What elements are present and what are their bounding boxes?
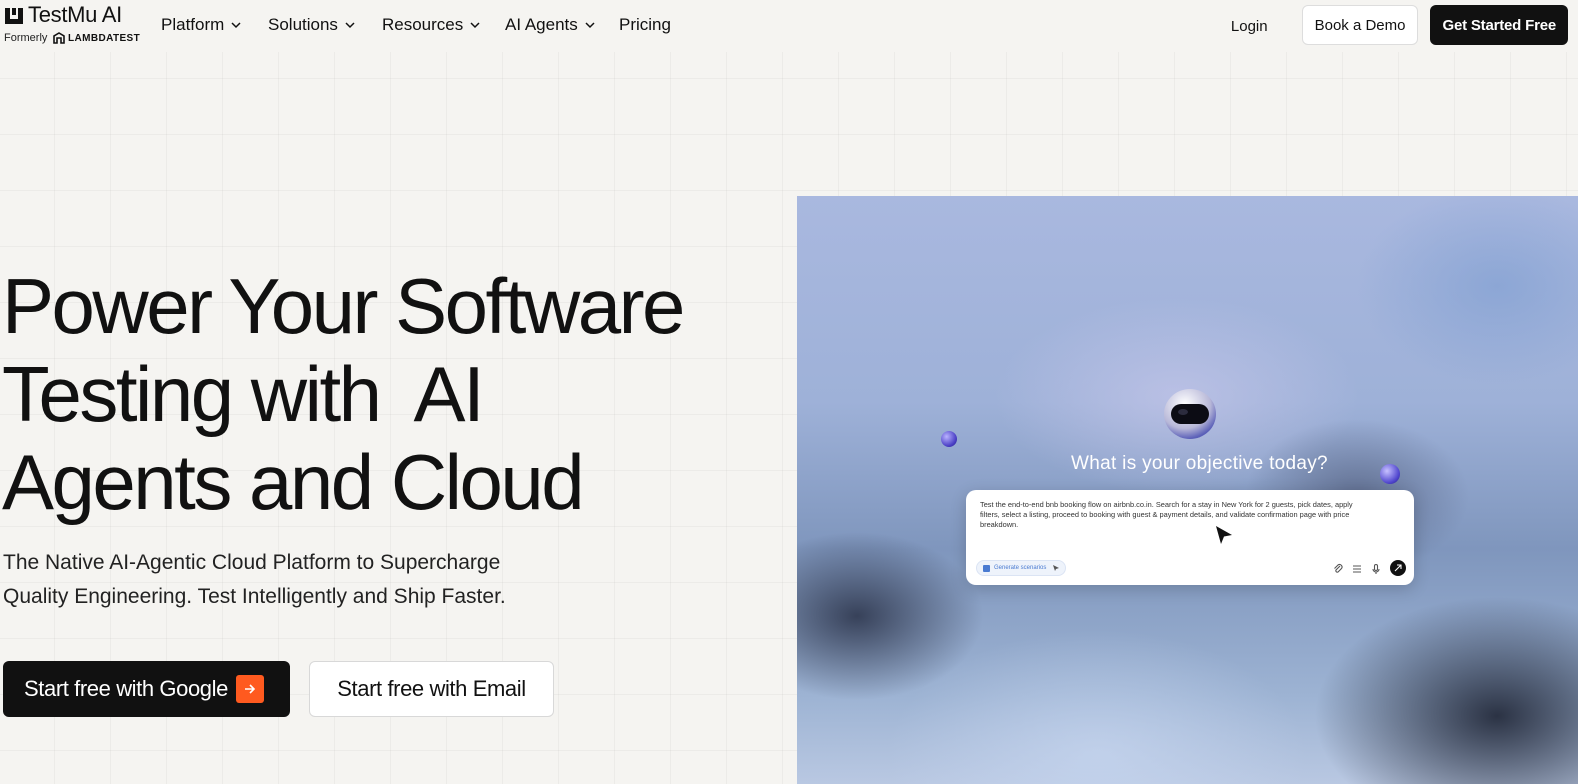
grid-icon bbox=[983, 564, 990, 572]
cursor-icon bbox=[1053, 565, 1060, 571]
hero-title-line: Power Your Software bbox=[2, 262, 685, 350]
objective-heading: What is your objective today? bbox=[1071, 453, 1328, 474]
chevron-down-icon bbox=[231, 22, 241, 29]
nav-pricing[interactable]: Pricing bbox=[619, 15, 671, 35]
logo-text: TestMu AI bbox=[28, 2, 122, 27]
get-started-free-button[interactable]: Get Started Free bbox=[1430, 5, 1568, 45]
lambdatest-icon bbox=[53, 32, 65, 44]
testmu-logo[interactable]: TestMu AI Formerly LAMBDATEST bbox=[2, 2, 142, 48]
generate-scenarios-label: Generate scenarios bbox=[994, 565, 1047, 571]
attach-icon bbox=[1332, 562, 1344, 574]
nav-ai-agents-label: AI Agents bbox=[505, 15, 578, 34]
header-actions: Login Book a Demo Get Started Free bbox=[1231, 5, 1568, 45]
site-header: TestMu AI Formerly LAMBDATEST Platform S… bbox=[0, 0, 1578, 52]
login-link[interactable]: Login bbox=[1231, 18, 1268, 35]
prompt-text: Test the end-to-end bnb booking flow on … bbox=[980, 500, 1353, 529]
microphone-icon bbox=[1370, 562, 1382, 574]
prompt-card: Test the end-to-end bnb booking flow on … bbox=[966, 490, 1414, 585]
hero-subtitle: The Native AI-Agentic Cloud Platform to … bbox=[3, 546, 603, 614]
chevron-down-icon bbox=[470, 22, 480, 29]
hero-title-line: Testing with AI bbox=[2, 350, 485, 438]
nav-platform[interactable]: Platform bbox=[161, 15, 243, 35]
chevron-down-icon bbox=[345, 22, 355, 29]
start-free-google-button[interactable]: Start free with Google bbox=[3, 661, 290, 717]
lambdatest-wordmark: LAMBDATEST bbox=[68, 33, 141, 44]
nav-solutions-label: Solutions bbox=[268, 15, 338, 34]
hero-title-line: Agents and Cloud bbox=[2, 438, 585, 526]
hero-title: Power Your Software Testing with AI Agen… bbox=[2, 262, 782, 526]
ai-agent-helmet-icon bbox=[1164, 389, 1216, 439]
generate-scenarios-chip: Generate scenarios bbox=[976, 560, 1066, 576]
formerly-label: Formerly bbox=[4, 32, 48, 44]
hero-visual: What is your objective today? Test the e… bbox=[797, 196, 1578, 784]
hero-subtitle-line: The Native AI-Agentic Cloud Platform to … bbox=[3, 551, 501, 574]
floating-orb bbox=[941, 431, 957, 447]
mouse-pointer-icon bbox=[1216, 526, 1232, 544]
chevron-down-icon bbox=[585, 22, 595, 29]
nav-resources[interactable]: Resources bbox=[382, 15, 482, 35]
hero-subtitle-line: Quality Engineering. Test Intelligently … bbox=[3, 585, 506, 608]
arrow-right-icon bbox=[235, 675, 264, 703]
nav-solutions[interactable]: Solutions bbox=[268, 15, 357, 35]
send-icon bbox=[1390, 560, 1406, 576]
nav-resources-label: Resources bbox=[382, 15, 464, 34]
list-icon bbox=[1351, 562, 1363, 574]
book-demo-button[interactable]: Book a Demo bbox=[1301, 5, 1419, 45]
nav-ai-agents[interactable]: AI Agents bbox=[505, 15, 597, 35]
nav-platform-label: Platform bbox=[161, 15, 225, 34]
testmu-logo-icon bbox=[5, 8, 23, 24]
start-free-email-button[interactable]: Start free with Email bbox=[309, 661, 554, 717]
prompt-card-tools bbox=[1325, 560, 1406, 576]
nav-pricing-label: Pricing bbox=[619, 15, 671, 34]
start-free-google-label: Start free with Google bbox=[24, 676, 228, 701]
